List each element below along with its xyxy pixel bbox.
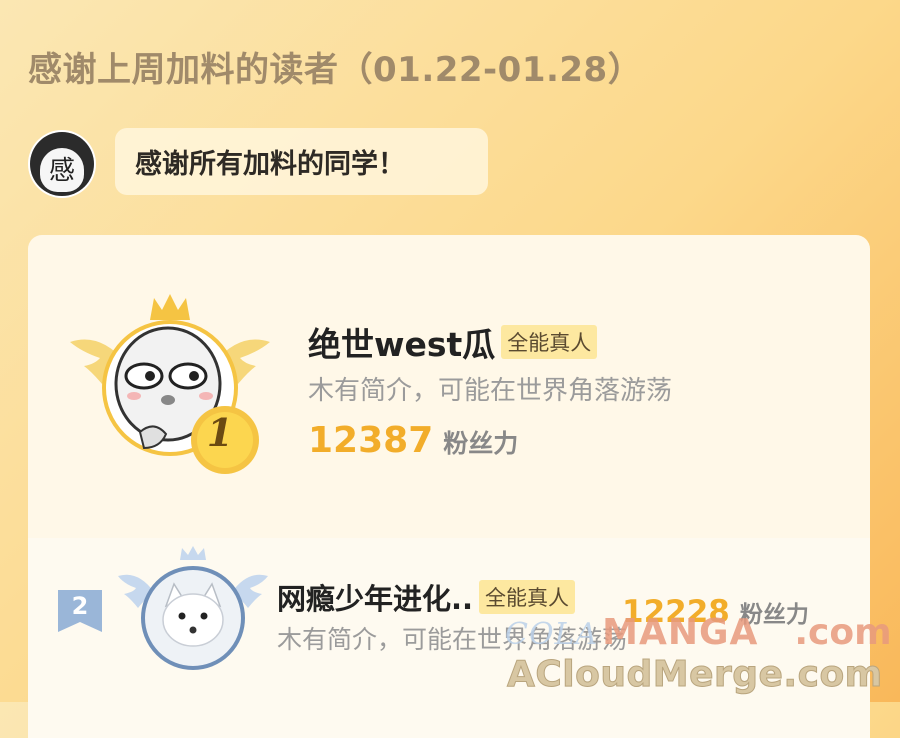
rank-1-name-line: 绝世west瓜 全能真人	[308, 318, 598, 366]
rank-2-tag: 全能真人	[479, 580, 576, 614]
rank-1-avatar[interactable]: 1	[70, 292, 270, 482]
rank-1-tag: 全能真人	[501, 325, 598, 359]
rank-1-score-line: 12387 粉丝力	[308, 420, 518, 461]
watermark-line-2: ACloudMerge.com	[507, 654, 883, 696]
crown-icon	[150, 294, 190, 320]
author-avatar[interactable]: 感	[30, 132, 94, 196]
watermark-line-1: COLA MANGA .com	[505, 612, 892, 653]
rank-1-name[interactable]: 绝世west瓜	[308, 318, 495, 366]
author-message-text: 感谢所有加料的同学！	[135, 149, 405, 180]
watermark-com: .com	[794, 612, 892, 653]
rank-2-number: 2	[71, 592, 89, 620]
rank-1-number: 1	[206, 410, 234, 455]
page-title: 感谢上周加料的读者（01.22-01.28）	[28, 50, 643, 90]
author-message-bubble: 感谢所有加料的同学！	[115, 128, 488, 195]
watermark-cola: COLA	[505, 617, 599, 652]
rank-1-bio: 木有简介，可能在世界角落游荡	[308, 376, 673, 406]
watermark-manga: MANGA	[602, 612, 759, 653]
avatar-glyph: 感	[48, 156, 75, 186]
rank-1-score: 12387	[308, 420, 434, 461]
rank-2-avatar[interactable]	[118, 546, 268, 676]
rank-2-name[interactable]: 网瘾少年进化..	[277, 576, 473, 618]
crown-icon	[180, 546, 206, 560]
fox-icon	[162, 582, 224, 647]
rank-1-score-unit: 粉丝力	[443, 429, 519, 458]
